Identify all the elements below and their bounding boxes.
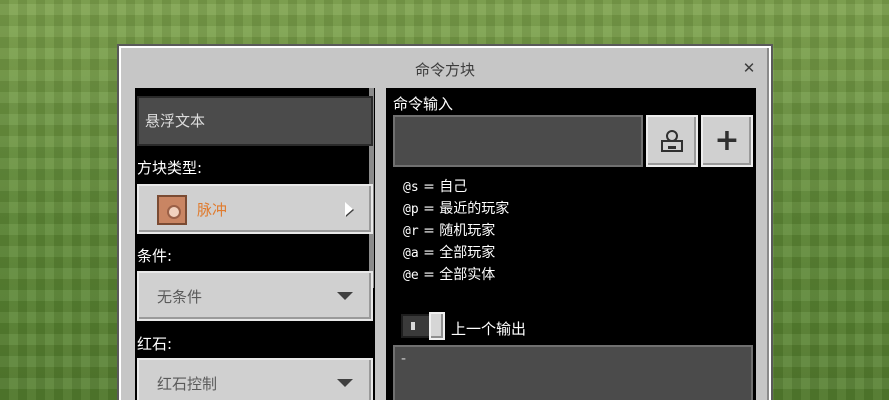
selector-row: @a = 全部玩家 [403,245,496,261]
block-type-label: 方块类型: [137,159,203,177]
window-title: 命令方块 [414,60,475,79]
selector-row: @p = 最近的玩家 [403,201,510,217]
toggle-off-indicator [411,322,415,330]
previous-output-box: - [393,345,753,400]
title-bar: 命令方块 [121,48,769,90]
redstone-value: 红石控制 [157,374,218,393]
command-input-label: 命令输入 [393,95,454,113]
selector-row: @r = 随机玩家 [403,223,496,239]
selector-row: @e = 全部实体 [403,267,496,283]
toggle-knob [429,312,445,340]
chevron-down-icon [337,292,353,300]
hover-text-input[interactable]: 悬浮文本 [137,96,373,146]
structure-export-icon [661,130,683,152]
export-button[interactable] [646,115,698,167]
play-arrow-icon [345,202,353,216]
condition-value: 无条件 [157,287,203,306]
command-input[interactable] [393,115,643,167]
command-block-icon [157,195,187,225]
previous-output-toggle[interactable] [401,312,445,340]
plus-icon: + [714,123,740,158]
condition-dropdown[interactable]: 无条件 [137,271,373,321]
add-button[interactable]: + [701,115,753,167]
previous-output-label: 上一个输出 [451,320,527,338]
redstone-label: 红石: [137,335,173,353]
redstone-dropdown[interactable]: 红石控制 [137,358,373,400]
selector-row: @s = 自己 [403,179,468,195]
chevron-down-icon [337,379,353,387]
close-icon[interactable]: ✕ [741,60,757,76]
selector-help-list: @s = 自己 @p = 最近的玩家 @r = 随机玩家 @a = 全部玩家 @… [403,176,509,286]
block-type-dropdown[interactable]: 脉冲 [137,184,373,234]
condition-label: 条件: [137,247,173,265]
